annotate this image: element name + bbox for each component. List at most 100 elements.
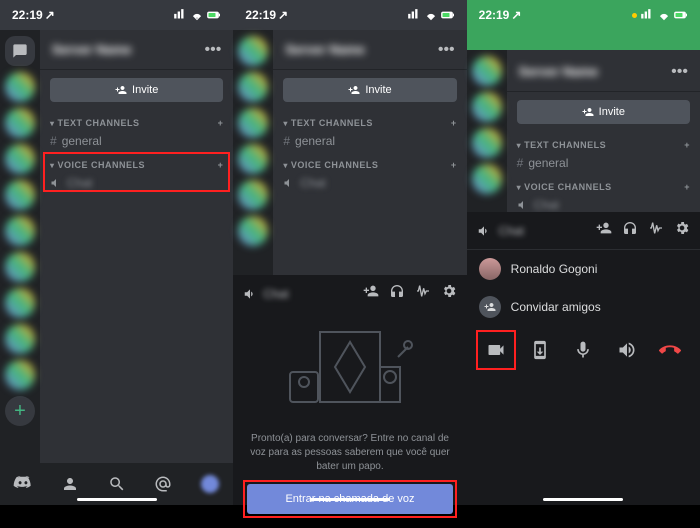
add-user-icon (582, 106, 594, 118)
home-indicator (543, 498, 623, 501)
screenshot-1: 22:19 ↗ + Server Name ••• (0, 0, 233, 505)
speaker-icon (517, 199, 529, 211)
server-icon[interactable] (472, 56, 502, 86)
settings-gear-icon[interactable] (441, 283, 457, 304)
headphones-icon[interactable] (622, 220, 638, 241)
nav-friends-icon[interactable] (59, 473, 81, 495)
server-icon[interactable] (238, 108, 268, 138)
avatar (479, 258, 501, 280)
server-menu-icon[interactable]: ••• (438, 41, 455, 59)
server-icon[interactable] (5, 216, 35, 246)
text-channel-general[interactable]: # general (507, 152, 700, 174)
mute-button[interactable] (569, 336, 597, 364)
invite-button[interactable]: Invite (50, 78, 223, 102)
add-channel-icon[interactable]: + (218, 160, 224, 170)
screen-share-button[interactable] (526, 336, 554, 364)
status-bar: 22:19↗ (233, 0, 466, 30)
voice-channels-header: ▾VOICE CHANNELS + (40, 152, 233, 172)
server-icon[interactable] (472, 128, 502, 158)
speaker-icon (50, 177, 62, 189)
add-user-icon (479, 296, 501, 318)
voice-channel-chat[interactable]: Chat (40, 172, 233, 194)
speaker-icon (243, 287, 257, 301)
server-icon[interactable] (5, 252, 35, 282)
server-name[interactable]: Server Name (285, 42, 365, 57)
dm-button[interactable] (5, 36, 35, 66)
server-icon[interactable] (238, 144, 268, 174)
voice-prompt-text: Pronto(a) para conversar? Entre no canal… (247, 432, 452, 474)
nav-discord-icon[interactable] (12, 473, 34, 495)
voice-channels-header: ▾VOICE CHANNELS + (507, 174, 700, 194)
headphones-icon[interactable] (389, 283, 405, 304)
add-channel-icon[interactable]: + (684, 140, 690, 150)
nav-profile-icon[interactable] (199, 473, 221, 495)
server-icon[interactable] (5, 180, 35, 210)
voice-channel-chat[interactable]: Chat (273, 172, 466, 194)
settings-gear-icon[interactable] (674, 220, 690, 241)
noise-suppression-icon[interactable] (415, 283, 431, 304)
member-name: Ronaldo Gogoni (511, 262, 598, 276)
home-indicator (310, 498, 390, 501)
server-icon[interactable] (5, 72, 35, 102)
voice-channel-preview: Chat Pronto(a) para conversar? Entre no … (233, 275, 466, 505)
screenshot-3: 22:19↗ Server Name ••• Invite ▾TEXT C (467, 0, 700, 505)
location-icon: ↗ (45, 8, 55, 22)
status-time: 22:19 (12, 8, 43, 22)
invite-friends-row[interactable]: Convidar amigos (467, 288, 700, 326)
server-icon[interactable] (238, 36, 268, 66)
server-icon[interactable] (472, 164, 502, 194)
voice-channels-header: ▾VOICE CHANNELS + (273, 152, 466, 172)
empty-voice-illustration (247, 322, 452, 422)
nav-search-icon[interactable] (106, 473, 128, 495)
add-user-icon[interactable] (363, 283, 379, 304)
status-bar: 22:19↗ (467, 0, 700, 30)
server-menu-icon[interactable]: ••• (671, 63, 688, 81)
invite-button[interactable]: Invite (283, 78, 456, 102)
server-name[interactable]: Server Name (519, 64, 599, 79)
speaker-icon (477, 224, 491, 238)
server-icon[interactable] (238, 180, 268, 210)
add-channel-icon[interactable]: + (451, 118, 457, 128)
server-icon[interactable] (5, 144, 35, 174)
screenshot-2: 22:19↗ Server Name ••• Invite (233, 0, 466, 505)
text-channel-general[interactable]: # general (273, 130, 466, 152)
server-icon[interactable] (238, 72, 268, 102)
chevron-down-icon: ▾ (50, 119, 55, 128)
connected-channel-name: Chat (499, 224, 524, 238)
add-channel-icon[interactable]: + (451, 160, 457, 170)
server-name[interactable]: Server Name (52, 42, 132, 57)
server-icon[interactable] (238, 216, 268, 246)
home-indicator (77, 498, 157, 501)
server-icon[interactable] (5, 360, 35, 390)
speaker-icon (283, 177, 295, 189)
server-icon[interactable] (5, 324, 35, 354)
add-user-icon[interactable] (596, 220, 612, 241)
nav-mentions-icon[interactable] (152, 473, 174, 495)
server-menu-icon[interactable]: ••• (205, 41, 222, 59)
invite-friends-label: Convidar amigos (511, 300, 601, 314)
speaker-button[interactable] (613, 336, 641, 364)
add-channel-icon[interactable]: + (684, 182, 690, 192)
status-bar: 22:19 ↗ (0, 0, 233, 30)
server-icon[interactable] (5, 288, 35, 318)
video-button[interactable] (482, 336, 510, 364)
hash-icon: # (50, 134, 57, 148)
disconnect-button[interactable] (656, 336, 684, 364)
text-channel-general[interactable]: # general (40, 130, 233, 152)
voice-controls (467, 326, 700, 384)
add-user-icon (348, 84, 360, 96)
status-icons (173, 8, 221, 22)
text-channels-header: ▾TEXT CHANNELS + (273, 110, 466, 130)
noise-suppression-icon[interactable] (648, 220, 664, 241)
voice-member-row[interactable]: Ronaldo Gogoni (467, 250, 700, 288)
invite-button[interactable]: Invite (517, 100, 690, 124)
add-server-button[interactable]: + (5, 396, 35, 426)
text-channels-header: ▾TEXT CHANNELS + (507, 132, 700, 152)
add-user-icon (115, 84, 127, 96)
server-icon[interactable] (472, 92, 502, 122)
server-icon[interactable] (5, 108, 35, 138)
voice-connected-panel: Chat Ronaldo Gogoni Convidar amigos (467, 212, 700, 505)
add-channel-icon[interactable]: + (218, 118, 224, 128)
voice-channel-name: Chat (263, 287, 288, 301)
hash-icon: # (517, 156, 524, 170)
